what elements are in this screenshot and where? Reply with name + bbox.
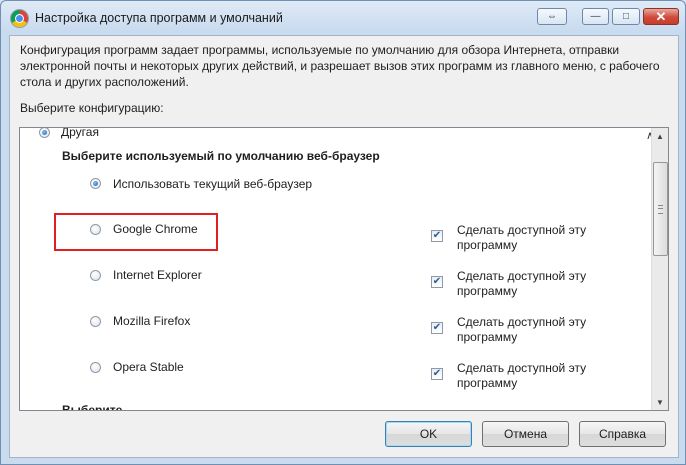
- browser-name-internet-explorer: Internet Explorer: [113, 268, 202, 282]
- scroll-thumb[interactable]: [653, 162, 668, 256]
- default-programs-icon: [10, 9, 29, 28]
- browser-name-mozilla-firefox: Mozilla Firefox: [113, 314, 191, 328]
- checkbox-label-mozilla-firefox: Сделать доступной эту программу: [457, 315, 587, 344]
- radio-opera-stable[interactable]: [90, 362, 101, 373]
- cancel-button[interactable]: Отмена: [482, 421, 569, 447]
- checkbox-google-chrome[interactable]: ✔: [431, 230, 443, 242]
- configuration-list[interactable]: Другая ∧ Выберите используемый по умолча…: [19, 127, 669, 411]
- config-name: Другая: [61, 127, 99, 139]
- radio-mozilla-firefox[interactable]: [90, 316, 101, 327]
- browser-section-heading: Выберите используемый по умолчанию веб-б…: [62, 149, 380, 163]
- close-button[interactable]: ✕: [643, 8, 679, 25]
- help-button[interactable]: Справка: [579, 421, 666, 447]
- dialog-window: Настройка доступа программ и умолчаний ⇔…: [0, 0, 686, 465]
- restore-icon[interactable]: ⇔: [537, 8, 567, 25]
- config-radio-other[interactable]: [39, 128, 50, 138]
- current-browser-label: Использовать текущий веб-браузер: [113, 177, 313, 191]
- select-configuration-label: Выберите конфигурацию:: [20, 101, 164, 115]
- radio-google-chrome[interactable]: [90, 224, 101, 235]
- scroll-up-icon[interactable]: ▲: [652, 128, 668, 144]
- grip-icon: [658, 205, 663, 214]
- maximize-button[interactable]: □: [612, 8, 640, 25]
- scroll-down-icon[interactable]: ▼: [652, 394, 668, 410]
- browser-name-opera-stable: Opera Stable: [113, 360, 184, 374]
- radio-internet-explorer[interactable]: [90, 270, 101, 281]
- checkbox-label-opera-stable: Сделать доступной эту программу: [457, 361, 587, 390]
- dialog-client-area: Конфигурация программ задает программы, …: [9, 35, 679, 458]
- checkmark-icon: ✔: [432, 368, 442, 379]
- checkbox-label-internet-explorer: Сделать доступной эту программу: [457, 269, 587, 298]
- description-text: Конфигурация программ задает программы, …: [20, 43, 660, 89]
- radio-current-browser[interactable]: [90, 178, 101, 189]
- title-bar[interactable]: Настройка доступа программ и умолчаний ⇔…: [1, 1, 685, 35]
- checkbox-label-google-chrome: Сделать доступной эту программу: [457, 223, 587, 252]
- minimize-button[interactable]: —: [582, 8, 609, 25]
- browser-name-google-chrome: Google Chrome: [113, 222, 198, 236]
- checkmark-icon: ✔: [432, 230, 442, 241]
- checkmark-icon: ✔: [432, 322, 442, 333]
- checkmark-icon: ✔: [432, 276, 442, 287]
- checkbox-internet-explorer[interactable]: ✔: [431, 276, 443, 288]
- ok-button[interactable]: OK: [385, 421, 472, 447]
- checkbox-mozilla-firefox[interactable]: ✔: [431, 322, 443, 334]
- window-title: Настройка доступа программ и умолчаний: [35, 11, 283, 25]
- list-scrollbar[interactable]: ▲ ▼: [651, 128, 668, 410]
- cut-off-heading: Выберите...: [62, 403, 133, 411]
- checkbox-opera-stable[interactable]: ✔: [431, 368, 443, 380]
